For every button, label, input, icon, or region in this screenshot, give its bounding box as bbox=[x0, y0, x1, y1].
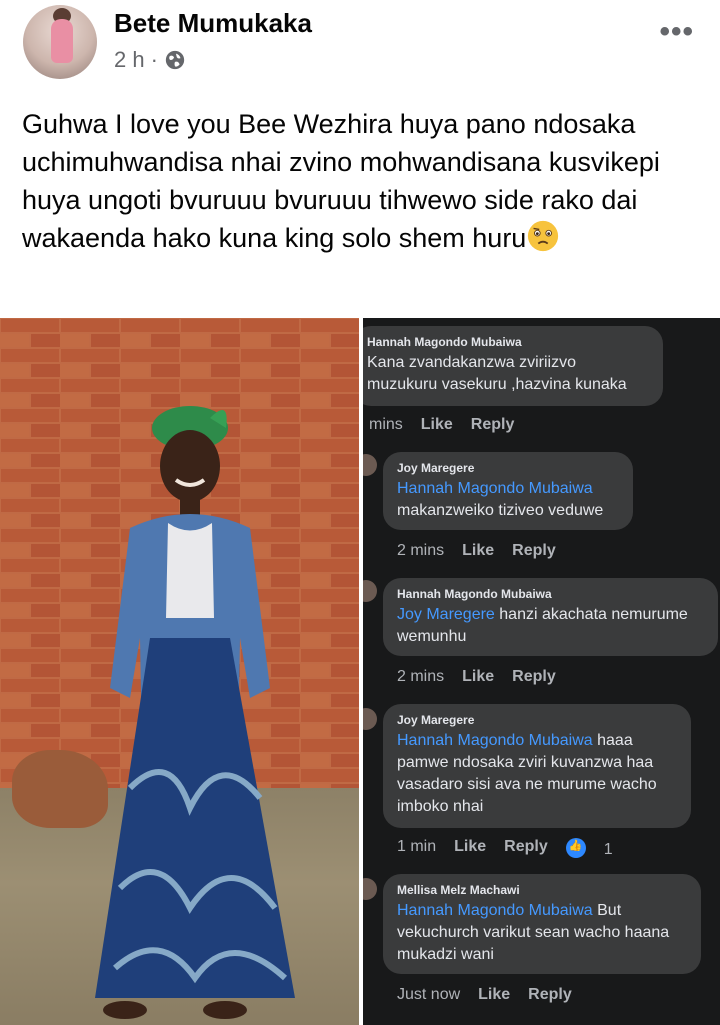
comment-actions: mins Like Reply bbox=[369, 416, 532, 434]
comment-mention[interactable]: Hannah Magondo Mubaiwa bbox=[397, 732, 593, 749]
comment-body: Hannah Magondo Mubaiwa makanzweiko tiziv… bbox=[397, 478, 619, 522]
reaction-count[interactable]: 1 bbox=[565, 838, 631, 859]
comment-actions: 2 mins Like Reply bbox=[397, 542, 574, 560]
frowning-face-emoji-icon bbox=[528, 220, 559, 252]
comment-body: Hannah Magondo Mubaiwa But vekuchurch va… bbox=[397, 900, 687, 966]
comments-screenshot[interactable]: Hannah Magondo Mubaiwa Kana zvandakanzwa… bbox=[363, 318, 720, 1025]
comment-actions: Just now Like Reply bbox=[397, 986, 590, 1004]
post-time[interactable]: 2 h bbox=[114, 47, 145, 73]
comment-bubble: Mellisa Melz Machawi Hannah Magondo Muba… bbox=[383, 874, 701, 974]
comment-bubble: Joy Maregere Hannah Magondo Mubaiwa maka… bbox=[383, 452, 633, 530]
commenter-avatar[interactable] bbox=[363, 454, 377, 476]
comment-bubble: Joy Maregere Hannah Magondo Mubaiwa haaa… bbox=[383, 704, 691, 828]
meta-separator: · bbox=[150, 47, 158, 72]
comment-body: Hannah Magondo Mubaiwa haaa pamwe ndosak… bbox=[397, 730, 677, 818]
reply-button[interactable]: Reply bbox=[504, 838, 548, 859]
like-button[interactable]: Like bbox=[454, 838, 486, 859]
more-options-icon[interactable]: ••• bbox=[659, 17, 694, 47]
comment-body: Kana zvandakanzwa zviriizvo muzukuru vas… bbox=[367, 354, 627, 393]
comment-author[interactable]: Hannah Magondo Mubaiwa bbox=[397, 587, 704, 601]
comment-time[interactable]: 2 mins bbox=[397, 668, 444, 686]
like-reaction-icon bbox=[565, 838, 586, 858]
comment-bubble: Hannah Magondo Mubaiwa Joy Maregere hanz… bbox=[383, 578, 718, 656]
reply-button[interactable]: Reply bbox=[512, 542, 556, 560]
comment-bubble: Hannah Magondo Mubaiwa Kana zvandakanzwa… bbox=[363, 326, 663, 406]
reaction-count-value: 1 bbox=[603, 841, 613, 858]
comment-mention[interactable]: Hannah Magondo Mubaiwa bbox=[397, 480, 593, 497]
comment-mention[interactable]: Joy Maregere bbox=[397, 606, 495, 623]
comment-author[interactable]: Mellisa Melz Machawi bbox=[397, 883, 687, 897]
commenter-avatar[interactable] bbox=[363, 878, 377, 900]
reply-button[interactable]: Reply bbox=[471, 416, 515, 434]
comment-time[interactable]: 1 min bbox=[397, 838, 436, 859]
like-button[interactable]: Like bbox=[478, 986, 510, 1004]
comment-time[interactable]: mins bbox=[369, 416, 403, 434]
comment-author[interactable]: Joy Maregere bbox=[397, 713, 677, 727]
commenter-avatar[interactable] bbox=[363, 708, 377, 730]
post-photo[interactable] bbox=[0, 318, 359, 1025]
post-meta: 2 h · bbox=[114, 47, 186, 73]
comment-actions: 2 mins Like Reply bbox=[397, 668, 574, 686]
post-header: Bete Mumukaka 2 h · ••• bbox=[0, 0, 720, 90]
comment-author[interactable]: Joy Maregere bbox=[397, 461, 619, 475]
author-avatar[interactable] bbox=[23, 5, 97, 79]
reply-button[interactable]: Reply bbox=[528, 986, 572, 1004]
post-body: Guhwa I love you Bee Wezhira huya pano n… bbox=[22, 109, 660, 253]
globe-icon[interactable] bbox=[164, 49, 186, 71]
comment-mention[interactable]: Hannah Magondo Mubaiwa bbox=[397, 902, 593, 919]
comment-text: makanzweiko tiziveo veduwe bbox=[397, 502, 604, 519]
comment-author[interactable]: Hannah Magondo Mubaiwa bbox=[367, 335, 649, 349]
like-button[interactable]: Like bbox=[421, 416, 453, 434]
post-text: Guhwa I love you Bee Wezhira huya pano n… bbox=[22, 105, 702, 257]
like-button[interactable]: Like bbox=[462, 542, 494, 560]
comment-actions: 1 min Like Reply 1 bbox=[397, 838, 649, 859]
comment-time[interactable]: 2 mins bbox=[397, 542, 444, 560]
commenter-avatar[interactable] bbox=[363, 580, 377, 602]
comment-body: Joy Maregere hanzi akachata nemurume wem… bbox=[397, 604, 704, 648]
comment-time[interactable]: Just now bbox=[397, 986, 460, 1004]
author-name[interactable]: Bete Mumukaka bbox=[114, 8, 312, 39]
avatar-child-body bbox=[51, 19, 73, 63]
woman-figure bbox=[95, 406, 295, 1019]
reply-button[interactable]: Reply bbox=[512, 668, 556, 686]
like-button[interactable]: Like bbox=[462, 668, 494, 686]
